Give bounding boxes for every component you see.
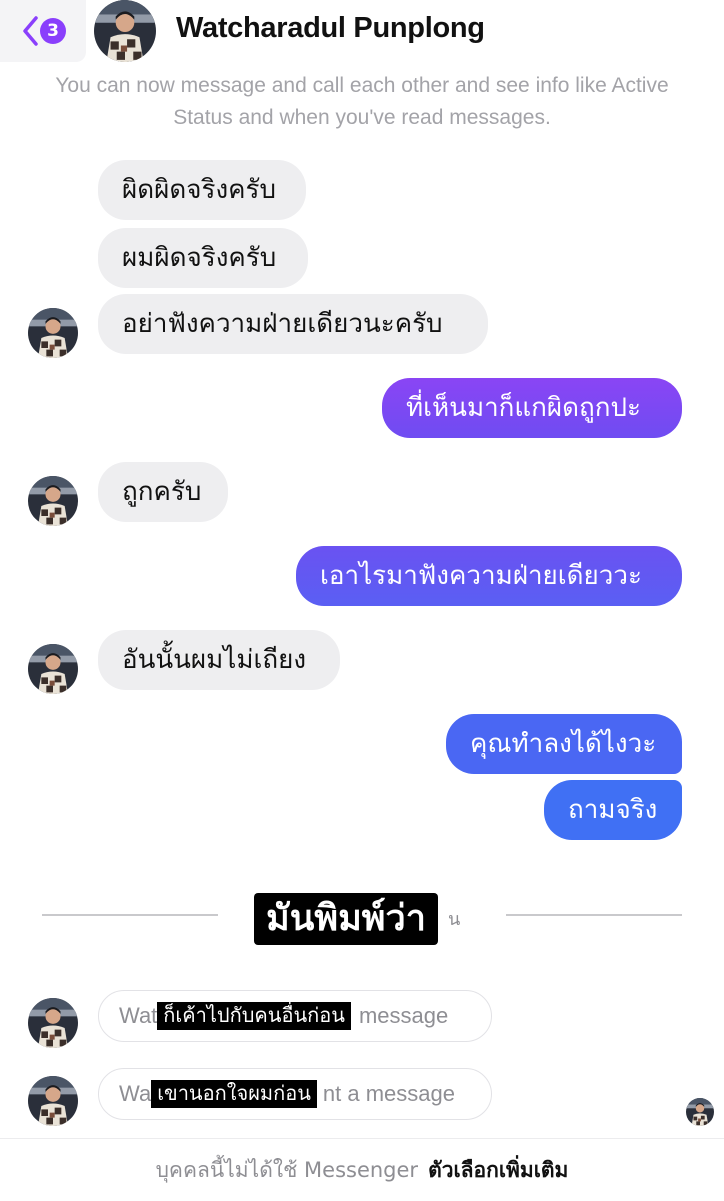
contact-name[interactable]: Watcharadul Punplong — [176, 12, 485, 45]
unsent-suffix: message — [358, 1003, 449, 1028]
outgoing-message[interactable]: ที่เห็นมาก็แกผิดถูกปะ — [382, 378, 682, 438]
divider-text-tail: น — [448, 909, 461, 930]
caption-overlay: ก็เค้าไปกับคนอื่นก่อน — [157, 1002, 351, 1030]
divider-line-right — [506, 914, 682, 916]
footer-bar: บุคคลนี้ไม่ได้ใช้ Messenger ตัวเลือกเพิ่… — [0, 1138, 724, 1201]
not-on-messenger-note: บุคคลนี้ไม่ได้ใช้ Messenger — [155, 1157, 419, 1182]
chevron-left-icon — [23, 16, 38, 46]
caption-overlay: มันพิมพ์ว่า — [254, 893, 438, 945]
divider-line-left — [42, 914, 218, 916]
connection-notice: You can now message and call each other … — [55, 74, 669, 129]
contact-avatar-small — [28, 998, 78, 1048]
contact-avatar-small — [28, 476, 78, 526]
contact-avatar[interactable] — [94, 0, 156, 62]
outgoing-message[interactable]: ถามจริง — [544, 780, 682, 840]
unsent-suffix: nt a message — [322, 1081, 455, 1106]
incoming-message[interactable]: ผิดผิดจริงครับ — [98, 160, 306, 220]
incoming-message[interactable]: อย่าฟังความฝ่ายเดียวนะครับ — [98, 294, 488, 354]
contact-avatar-small — [28, 644, 78, 694]
incoming-message[interactable]: ผมผิดจริงครับ — [98, 228, 308, 288]
back-button[interactable]: 3 — [0, 0, 86, 62]
more-options-link[interactable]: ตัวเลือกเพิ่มเติม — [428, 1154, 568, 1187]
unsent-prefix: Wat — [119, 1003, 158, 1028]
unsent-prefix: Wa — [119, 1081, 152, 1106]
incoming-message[interactable]: อันนั้นผมไม่เถียง — [98, 630, 340, 690]
caption-overlay: เขานอกใจผมก่อน — [151, 1080, 317, 1108]
contact-avatar-small — [28, 1076, 78, 1126]
seen-avatar — [686, 1098, 714, 1126]
unsent-message-row[interactable]: Wa เขานอกใจผมก่อน nt a message — [98, 1068, 492, 1120]
outgoing-message[interactable]: คุณทำลงได้ไงวะ — [446, 714, 682, 774]
incoming-message[interactable]: ถูกครับ — [98, 462, 228, 522]
unread-count-badge: 3 — [40, 18, 66, 44]
unsent-message-row[interactable]: Wat ก็เค้าไปกับคนอื่นก่อน message — [98, 990, 492, 1042]
contact-avatar-small — [28, 308, 78, 358]
outgoing-message[interactable]: เอาไรมาฟังความฝ่ายเดียววะ — [296, 546, 682, 606]
